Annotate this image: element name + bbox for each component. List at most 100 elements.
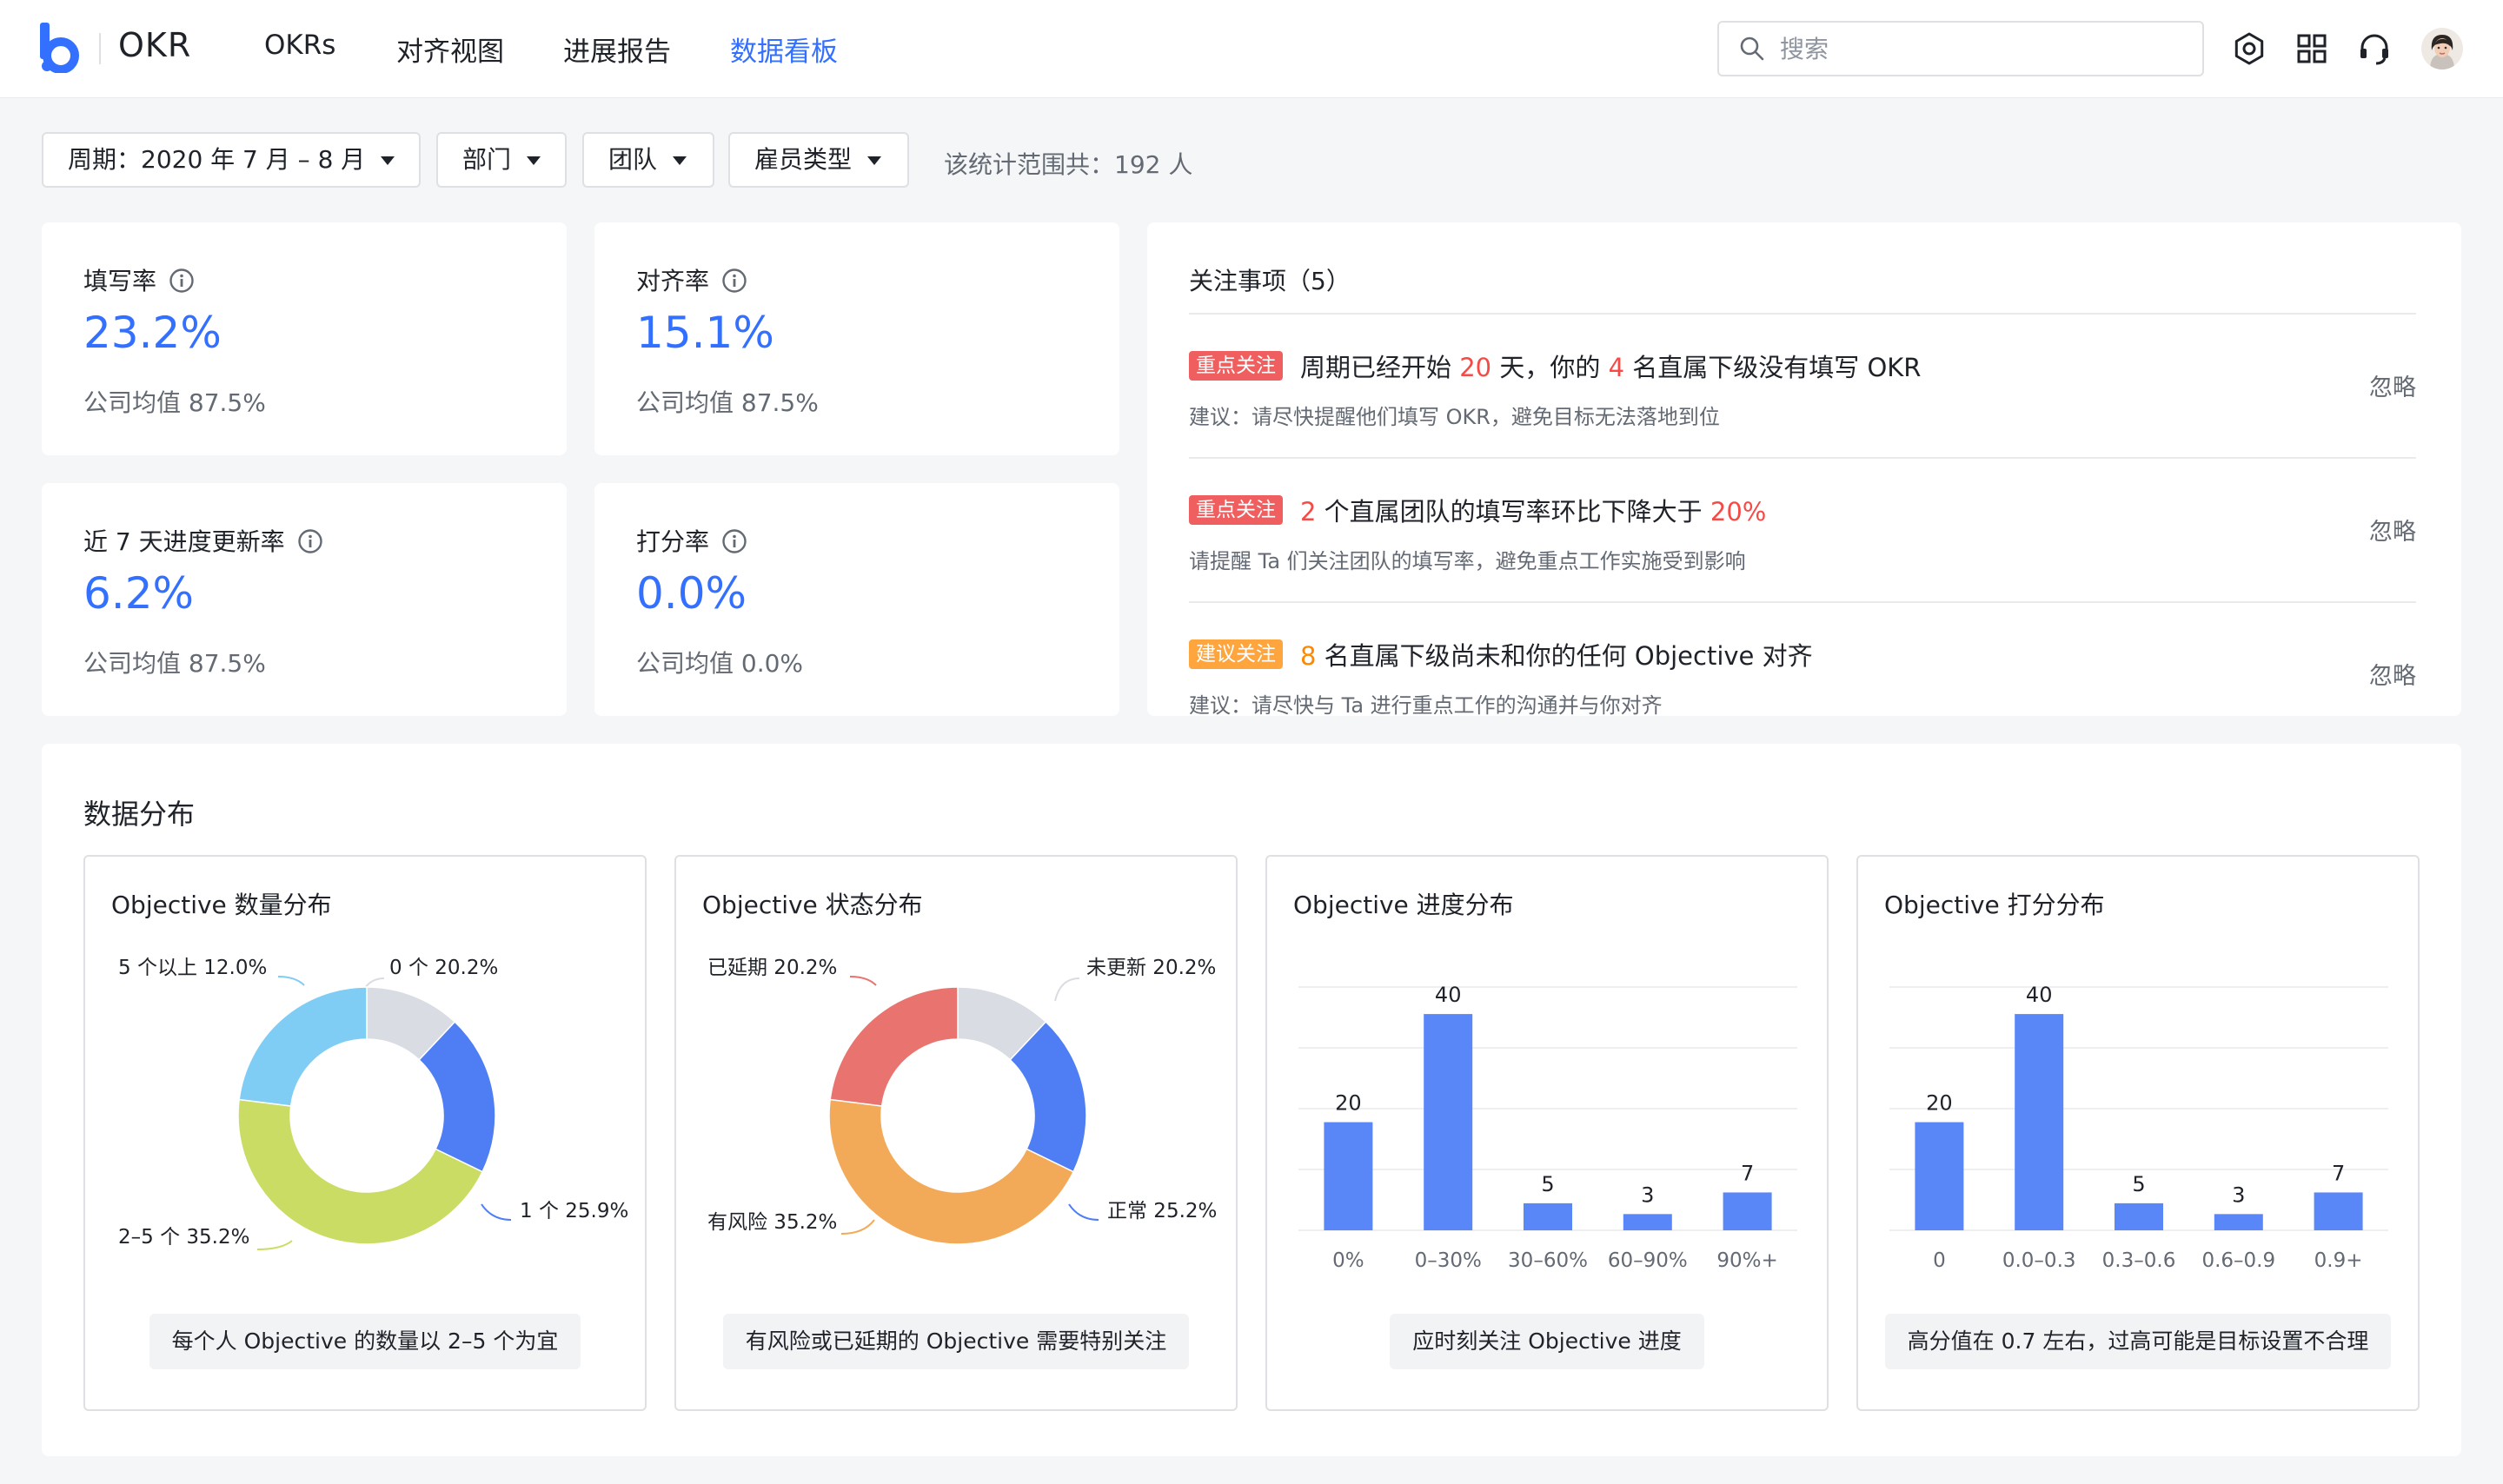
info-icon[interactable] [169, 268, 195, 294]
metric-title-text: 对齐率 [636, 267, 710, 295]
bar-value-label: 40 [1435, 983, 1462, 1007]
slice-label: 未更新 20.2% [1086, 957, 1216, 979]
info-icon[interactable] [297, 528, 323, 554]
metric-value: 0.0% [636, 568, 747, 619]
slice-label: 2–5 个 35.2% [118, 1226, 249, 1249]
donut-slice[interactable] [238, 986, 368, 1107]
chevron-down-icon [527, 156, 541, 165]
bar[interactable] [1915, 1122, 1964, 1230]
message-text: 周期已经开始 [1300, 353, 1460, 382]
chart-tip-text: 每个人 Objective 的数量以 2–5 个为宜 [149, 1314, 581, 1369]
chevron-down-icon [673, 156, 687, 165]
slice-leader-line [1054, 977, 1080, 1002]
nav-progress-report[interactable]: 进展报告 [563, 30, 671, 69]
team-filter[interactable]: 团队 [582, 132, 714, 188]
chart-objective-status: Objective 状态分布 未更新 20.2% 正常 25.2% 有风险 35.2… [674, 855, 1238, 1411]
slice-label: 0 个 20.2% [389, 957, 498, 979]
bar[interactable] [1324, 1122, 1373, 1230]
x-tick-label: 0% [1332, 1249, 1364, 1272]
bar[interactable] [1623, 1214, 1672, 1230]
bar-value-label: 5 [1541, 1172, 1554, 1196]
x-tick-label: 30–60% [1508, 1249, 1588, 1272]
info-icon[interactable] [721, 268, 747, 294]
bar-value-label: 5 [2132, 1172, 2145, 1196]
metric-title: 近 7 天进度更新率 [83, 523, 323, 558]
period-filter-label: 周期：2020 年 7 月 – 8 月 [68, 145, 366, 174]
bar[interactable] [2214, 1214, 2263, 1230]
metric-company-average: 公司均值 87.5% [83, 388, 266, 417]
bar-value-label: 3 [2232, 1183, 2245, 1207]
bar-value-label: 20 [1335, 1091, 1362, 1116]
metric-title-text: 近 7 天进度更新率 [83, 527, 285, 556]
bar[interactable] [1524, 1202, 1572, 1230]
app-logo-icon[interactable] [38, 23, 80, 73]
headset-icon[interactable] [2357, 31, 2392, 66]
period-filter[interactable]: 周期：2020 年 7 月 – 8 月 [42, 132, 421, 188]
x-tick-label: 0.9+ [2314, 1249, 2363, 1272]
settings-icon[interactable] [2232, 31, 2267, 66]
bar[interactable] [2314, 1192, 2363, 1230]
bar[interactable] [2115, 1202, 2163, 1230]
chart-tip-text: 有风险或已延期的 Objective 需要特别关注 [722, 1314, 1190, 1369]
attention-title: 关注事项（5） [1189, 267, 1351, 295]
bar[interactable] [1424, 1014, 1473, 1230]
attention-item: 建议关注 8 名直属下级尚未和你的任何 Objective 对齐 建议：请尽快与… [1189, 603, 2416, 716]
info-icon[interactable] [721, 528, 747, 554]
department-filter-label: 部门 [462, 145, 512, 174]
slice-label: 1 个 25.9% [520, 1200, 628, 1222]
attention-item: 重点关注 周期已经开始 20 天，你的 4 名直属下级没有填写 OKR 建议：请… [1189, 315, 2416, 459]
metric-card-alignment-rate: 对齐率 15.1% 公司均值 87.5% [594, 222, 1119, 455]
bar-value-label: 3 [1641, 1183, 1654, 1207]
bar-value-label: 20 [1926, 1091, 1953, 1116]
priority-tag: 建议关注 [1189, 639, 1283, 669]
bar-value-label: 40 [2026, 983, 2053, 1007]
chevron-down-icon [381, 156, 395, 165]
slice-leader-line [849, 976, 877, 986]
metric-company-average: 公司均值 87.5% [83, 649, 266, 678]
x-tick-label: 0.0–0.3 [2002, 1249, 2076, 1272]
bar-value-label: 7 [2332, 1161, 2345, 1185]
user-avatar[interactable] [2421, 28, 2463, 70]
attention-item: 重点关注 2 个直属团队的填写率环比下降大于 20% 请提醒 Ta 们关注团队的… [1189, 459, 2416, 603]
x-tick-label: 0–30% [1415, 1249, 1482, 1272]
department-filter[interactable]: 部门 [436, 132, 567, 188]
metric-value: 6.2% [83, 568, 195, 619]
slice-label: 正常 25.2% [1107, 1200, 1217, 1222]
search-input[interactable] [1717, 21, 2204, 76]
apps-grid-icon[interactable] [2294, 31, 2329, 66]
metric-title-text: 填写率 [83, 267, 157, 295]
x-tick-label: 0.3–0.6 [2102, 1249, 2176, 1272]
attention-suggestion: 请提醒 Ta 们关注团队的填写率，避免重点工作实施受到影响 [1189, 549, 1746, 573]
message-highlight: 4 [1608, 353, 1625, 382]
metric-title-text: 打分率 [636, 527, 710, 556]
message-text: 名直属下级没有填写 OKR [1624, 353, 1922, 382]
nav-data-dashboard[interactable]: 数据看板 [730, 30, 838, 69]
bar[interactable] [1723, 1192, 1772, 1230]
ignore-button[interactable]: 忽略 [2369, 513, 2416, 547]
message-highlight: 20% [1710, 497, 1767, 527]
nav-alignment-view[interactable]: 对齐视图 [396, 30, 504, 69]
ignore-button[interactable]: 忽略 [2369, 368, 2416, 402]
ignore-button[interactable]: 忽略 [2369, 657, 2416, 691]
metric-card-update-rate: 近 7 天进度更新率 6.2% 公司均值 87.5% [42, 483, 567, 716]
bar[interactable] [2015, 1014, 2064, 1230]
chart-objective-score: Objective 打分分布 20 0 40 0.0–0.3 5 0.3–0.6 3 0.6–… [1856, 855, 2420, 1411]
chart-tip-text: 高分值在 0.7 左右，过高可能是目标设置不合理 [1884, 1314, 2392, 1369]
brand-title: OKR [118, 26, 192, 64]
scope-note: 该统计范围共：192 人 [944, 150, 1193, 179]
donut-slice[interactable] [829, 986, 959, 1107]
metric-title: 填写率 [83, 262, 195, 297]
employee-type-filter[interactable]: 雇员类型 [728, 132, 909, 188]
metric-company-average: 公司均值 0.0% [636, 649, 804, 678]
slice-leader-line [256, 1240, 293, 1250]
attention-message: 周期已经开始 20 天，你的 4 名直属下级没有填写 OKR [1300, 348, 1921, 384]
chart-objective-progress: Objective 进度分布 20 0% 40 0–30% 5 30–60% 3 60–90%… [1265, 855, 1829, 1411]
metric-card-fill-rate: 填写率 23.2% 公司均值 87.5% [42, 222, 567, 455]
slice-label: 5 个以上 12.0% [118, 957, 267, 979]
priority-tag: 重点关注 [1189, 351, 1283, 381]
attention-list[interactable]: 重点关注 周期已经开始 20 天，你的 4 名直属下级没有填写 OKR 建议：请… [1189, 313, 2416, 716]
chevron-down-icon [867, 156, 882, 165]
message-text: 天，你的 [1491, 353, 1609, 382]
nav-okrs[interactable]: OKRs [264, 30, 335, 61]
bar-value-label: 7 [1741, 1161, 1754, 1185]
